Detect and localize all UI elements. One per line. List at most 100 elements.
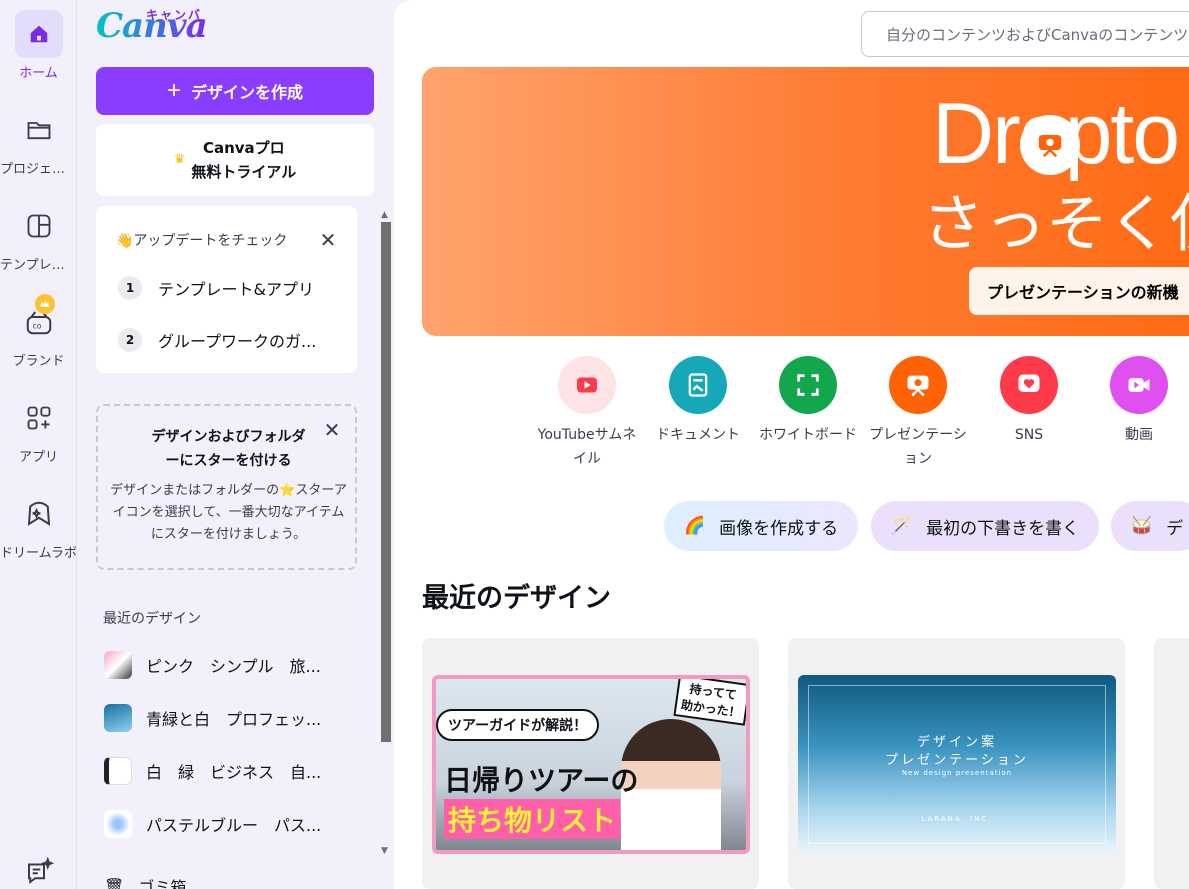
category-label: プレゼンテーション — [869, 427, 967, 467]
star-tip-title-line1: デザインおよびフォルダ — [151, 429, 306, 445]
design-thumbnail — [104, 704, 132, 732]
design-thumbnail: デザイン案 プレゼンテーション New design presentation … — [798, 675, 1116, 854]
search-input[interactable]: 自分のコンテンツおよびCanvaのコンテンツを検索 — [861, 11, 1189, 57]
drum-icon: 🥁 — [1131, 516, 1153, 536]
rainbow-icon: 🌈 — [684, 516, 706, 536]
thumb-line3: New design presentation — [901, 769, 1013, 777]
update-step[interactable]: 2 グループワークのガ... — [118, 328, 316, 352]
rail-dream-lab-label: ドリームラボ — [0, 546, 77, 561]
category-whiteboard[interactable]: ホワイトボード — [758, 356, 858, 448]
search-placeholder: 自分のコンテンツおよびCanvaのコンテンツを検索 — [886, 25, 1189, 44]
recent-design-item[interactable]: 白 緑 ビジネス 自... — [104, 755, 321, 787]
chip-label: 最初の下書きを書く — [926, 518, 1080, 539]
pro-trial-line1: Canvaプロ — [202, 139, 285, 157]
video-icon — [1110, 356, 1168, 414]
category-presentation[interactable]: プレゼンテーション — [868, 356, 968, 472]
youtube-icon — [558, 356, 616, 414]
magic-wand-icon: 🪄 — [891, 516, 913, 536]
design-thumbnail — [104, 757, 132, 785]
thumb-line1: デザイン案 — [916, 735, 997, 750]
crown-icon: ♛ — [173, 151, 186, 167]
pro-trial-card[interactable]: ♛ Canvaプロ 無料トライアル — [96, 124, 374, 196]
logo-kana: キャンバ — [146, 8, 203, 22]
category-youtube-thumbnail[interactable]: YouTubeサムネイル — [537, 356, 637, 472]
thumb-line2: プレゼンテーション — [885, 753, 1029, 768]
rail-apps-label: アプリ — [18, 450, 58, 465]
template-icon — [15, 202, 63, 250]
category-sns[interactable]: SNS — [979, 356, 1079, 448]
design-thumbnail — [104, 810, 132, 838]
design-card[interactable]: デザイン案 プレゼンテーション New design presentation … — [788, 638, 1125, 889]
design-thumbnail — [104, 651, 132, 679]
recent-design-label: 白 緑 ビジネス 自... — [146, 763, 322, 782]
rail-apps[interactable]: アプリ — [0, 394, 76, 465]
brand-icon: co — [15, 294, 63, 346]
recent-design-label: 青緑と白 プロフェッ... — [146, 710, 322, 729]
dream-lab-icon — [15, 490, 63, 538]
recent-design-label: ピンク シンプル 旅... — [146, 657, 321, 676]
presentation-icon — [889, 356, 947, 414]
chip-label: デ — [1166, 518, 1184, 539]
category-label: 動画 — [1125, 427, 1153, 443]
pro-trial-line2: 無料トライアル — [191, 163, 297, 181]
rail-templates[interactable]: テンプレート — [0, 202, 76, 273]
update-check-card: 👋アップデートをチェック ✕ 1 テンプレート&アプリ 2 グループワークのガ.… — [96, 206, 357, 373]
rail-dream-lab[interactable]: ドリームラボ — [0, 490, 77, 561]
hero-banner[interactable]: Dropto さっそく使 プレゼンテーションの新機 — [422, 67, 1189, 336]
home-icon — [14, 10, 63, 58]
document-icon — [669, 356, 727, 414]
thumb-title-1: 日帰りツアーの — [444, 764, 639, 797]
recent-designs-title: 最近のデザイン — [422, 583, 611, 614]
thumb-badge: 持ってて 助かった！ — [673, 679, 746, 726]
trash-icon: 🗑 — [104, 876, 125, 889]
hero-cta-button[interactable]: プレゼンテーションの新機 — [969, 267, 1189, 315]
step-label: テンプレート&アプリ — [158, 280, 314, 299]
hero-subline: さっそく使 — [922, 187, 1189, 260]
heart-icon — [1000, 356, 1058, 414]
rail-home-label: ホーム — [19, 66, 58, 81]
thumb-line4: LARANA, INC. — [921, 815, 993, 823]
rail-projects-label: プロジェクト — [0, 162, 77, 177]
apps-icon — [15, 394, 63, 442]
recent-design-item[interactable]: ピンク シンプル 旅... — [104, 649, 321, 681]
thumb-title-2: 持ち物リスト — [444, 799, 621, 839]
design-card[interactable] — [1154, 638, 1189, 889]
design-card[interactable]: ツアーガイドが解説！ 持ってて 助かった！ 日帰りツアーの 持ち物リスト — [422, 638, 759, 889]
recent-design-item[interactable]: 青緑と白 プロフェッ... — [104, 702, 321, 734]
svg-text:co: co — [32, 321, 41, 330]
thumb-tag: ツアーガイドが解説！ — [436, 709, 600, 741]
trash-label: ゴミ箱 — [138, 878, 187, 889]
chip-create-image[interactable]: 🌈 画像を作成する — [664, 501, 859, 551]
close-icon[interactable]: ✕ — [322, 420, 342, 440]
chip-write-draft[interactable]: 🪄 最初の下書きを書く — [871, 501, 1100, 551]
main-content: 自分のコンテンツおよびCanvaのコンテンツを検索 Dropto さっそく使 プ… — [394, 0, 1189, 889]
recent-design-item[interactable]: パステルブルー パス... — [104, 808, 321, 840]
create-design-button[interactable]: + デザインを作成 — [96, 67, 374, 115]
star-tip-card: デザインおよびフォルダ ーにスターを付ける ✕ デザインまたはフォルダーの⭐スタ… — [96, 404, 357, 570]
scroll-down-arrow[interactable]: ▼ — [381, 846, 388, 856]
chip-design[interactable]: 🥁 デ — [1111, 501, 1189, 551]
category-video[interactable]: 動画 — [1089, 356, 1189, 448]
rail-brand[interactable]: co ブランド — [0, 294, 76, 369]
update-step[interactable]: 1 テンプレート&アプリ — [118, 276, 314, 300]
close-icon[interactable]: ✕ — [318, 230, 338, 250]
left-rail: ホーム プロジェクト テンプレート co ブランド アプリ ドリームラボ — [0, 0, 77, 889]
folder-icon — [15, 106, 63, 154]
rail-home[interactable]: ホーム — [0, 10, 76, 81]
star-tip-description: デザインまたはフォルダーの⭐スターアイコンを選択して、一番大切なアイテムにスター… — [110, 483, 347, 543]
category-document[interactable]: ドキュメント — [648, 356, 748, 448]
category-label: YouTubeサムネイル — [537, 427, 637, 467]
trash-item[interactable]: 🗑 ゴミ箱 — [104, 874, 186, 889]
recent-designs-heading: 最近のデザイン — [103, 611, 201, 627]
rail-brand-label: ブランド — [12, 354, 65, 369]
rail-projects[interactable]: プロジェクト — [0, 106, 77, 177]
step-label: グループワークのガ... — [158, 332, 317, 351]
scroll-up-arrow[interactable]: ▲ — [381, 210, 388, 220]
panel-scrollbar[interactable] — [381, 222, 391, 742]
category-label: SNS — [1014, 427, 1044, 443]
crown-icon — [34, 294, 55, 314]
chip-label: 画像を作成する — [719, 518, 839, 539]
canva-logo[interactable]: Canva キャンバ — [96, 6, 208, 46]
side-panel: Canva キャンバ + デザインを作成 ♛ Canvaプロ 無料トライアル 👋… — [78, 0, 394, 889]
rail-assistant[interactable] — [0, 848, 76, 889]
